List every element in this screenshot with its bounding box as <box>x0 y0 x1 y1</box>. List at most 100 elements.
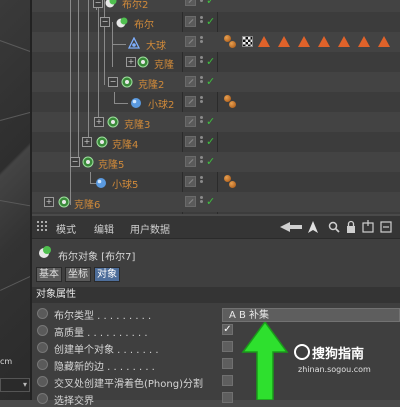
material-tag-icon[interactable] <box>229 41 236 48</box>
expand-toggle[interactable]: + <box>94 117 104 127</box>
layer-toggle[interactable] <box>185 36 196 47</box>
layer-toggle[interactable] <box>185 196 196 207</box>
material-tag-icon[interactable] <box>229 181 236 188</box>
expand-toggle[interactable]: − <box>93 0 103 8</box>
triangle-tag-icon[interactable] <box>258 36 270 47</box>
hide-new-edges-checkbox[interactable] <box>222 358 233 369</box>
enable-check-icon[interactable]: ✓ <box>206 55 215 68</box>
triangle-tag-icon[interactable] <box>358 36 370 47</box>
object-name[interactable]: 克隆5 <box>98 156 124 171</box>
cloner-icon <box>121 76 133 88</box>
enable-check-icon[interactable]: ✓ <box>206 155 215 168</box>
visibility-dots[interactable] <box>200 36 203 46</box>
expand-toggle[interactable]: − <box>100 17 110 27</box>
visibility-dots[interactable] <box>200 56 203 66</box>
layer-toggle[interactable] <box>185 96 196 107</box>
object-name[interactable]: 大球 <box>146 37 166 52</box>
back-arrow-icon[interactable] <box>280 222 302 232</box>
animate-radio[interactable] <box>37 376 48 387</box>
tab-object[interactable]: 对象 <box>94 267 120 282</box>
visibility-dots[interactable] <box>200 136 203 146</box>
object-title: 布尔对象 [布尔7] <box>58 252 136 263</box>
animate-radio[interactable] <box>37 325 48 336</box>
cloner-icon <box>96 136 108 148</box>
green-arrow-annotation <box>241 322 289 400</box>
new-window-icon[interactable] <box>362 220 374 233</box>
grip-icon[interactable] <box>37 221 49 233</box>
enable-check-icon[interactable]: ✓ <box>206 0 215 7</box>
expand-toggle[interactable]: + <box>82 137 92 147</box>
visibility-dots[interactable] <box>200 196 203 206</box>
tab-coordinates[interactable]: 坐标 <box>65 267 91 282</box>
object-name[interactable]: 克隆3 <box>124 116 150 131</box>
layer-toggle[interactable] <box>185 156 196 167</box>
tree-line <box>78 0 79 165</box>
visibility-dots[interactable] <box>200 16 203 26</box>
boolean-type-dropdown[interactable]: A B 补集 <box>222 308 400 322</box>
triangle-tag-icon[interactable] <box>298 36 310 47</box>
expand-toggle[interactable]: − <box>70 157 80 167</box>
visibility-dots[interactable] <box>200 176 203 186</box>
phong-break-checkbox[interactable] <box>222 375 233 386</box>
menu-user-data[interactable]: 用户数据 <box>130 221 170 236</box>
layer-toggle[interactable] <box>185 56 196 67</box>
animate-radio[interactable] <box>37 393 48 404</box>
visibility-dots[interactable] <box>200 156 203 166</box>
triangle-tag-icon[interactable] <box>318 36 330 47</box>
expand-toggle[interactable]: + <box>44 197 54 207</box>
visibility-dots[interactable] <box>200 96 203 106</box>
search-icon[interactable] <box>328 221 340 233</box>
boolean-icon <box>105 0 117 8</box>
layer-toggle[interactable] <box>185 76 196 87</box>
high-quality-checkbox[interactable]: ✓ <box>222 324 233 335</box>
triangle-tag-icon[interactable] <box>338 36 350 47</box>
visibility-dots[interactable] <box>200 116 203 126</box>
expand-toggle[interactable]: − <box>108 77 118 87</box>
object-name[interactable]: 克隆4 <box>112 136 138 151</box>
object-name[interactable]: 克隆6 <box>74 196 100 211</box>
menu-edit[interactable]: 编辑 <box>94 221 114 236</box>
viewport-3d[interactable] <box>0 0 40 400</box>
object-name[interactable]: 布尔 <box>134 16 154 31</box>
single-object-checkbox[interactable] <box>222 341 233 352</box>
menu-mode[interactable]: 模式 <box>56 221 76 236</box>
triangle-tag-icon[interactable] <box>378 36 390 47</box>
animate-radio[interactable] <box>37 308 48 319</box>
enable-check-icon[interactable]: ✓ <box>206 15 215 28</box>
viewport-dropdown[interactable]: ▾ <box>0 378 30 392</box>
boolean-icon <box>39 246 51 258</box>
object-name[interactable]: 小球5 <box>112 176 138 191</box>
cursor-arrow-icon[interactable] <box>308 221 318 233</box>
layer-toggle[interactable] <box>185 116 196 127</box>
animate-radio[interactable] <box>37 342 48 353</box>
object-name[interactable]: 克隆 <box>154 56 174 71</box>
object-row[interactable] <box>32 172 400 192</box>
object-name[interactable]: 布尔2 <box>122 0 148 11</box>
animate-radio[interactable] <box>37 359 48 370</box>
layer-toggle[interactable] <box>185 176 196 187</box>
layer-toggle[interactable] <box>185 16 196 27</box>
select-intersection-checkbox[interactable] <box>222 392 233 403</box>
viewport-unit-label: cm <box>0 357 13 366</box>
property-label: 创建单个对象 . . . . . . . <box>54 345 159 356</box>
enable-check-icon[interactable]: ✓ <box>206 75 215 88</box>
object-name[interactable]: 小球2 <box>148 96 174 111</box>
enable-check-icon[interactable]: ✓ <box>206 115 215 128</box>
object-name[interactable]: 克隆2 <box>138 76 164 91</box>
lock-icon[interactable] <box>346 220 356 233</box>
tab-basic[interactable]: 基本 <box>36 267 62 282</box>
texture-tag-icon[interactable] <box>242 36 253 47</box>
settings-icon[interactable] <box>380 221 392 233</box>
enable-check-icon[interactable]: ✓ <box>206 135 215 148</box>
expand-toggle[interactable]: + <box>126 57 136 67</box>
triangle-tag-icon[interactable] <box>278 36 290 47</box>
enable-check-icon[interactable]: ✓ <box>206 195 215 208</box>
material-tag-icon[interactable] <box>229 101 236 108</box>
visibility-dots[interactable] <box>200 76 203 86</box>
layer-toggle[interactable] <box>185 0 196 6</box>
tree-line <box>88 0 89 145</box>
layer-toggle[interactable] <box>185 136 196 147</box>
visibility-dots[interactable] <box>200 0 203 5</box>
cloner-icon <box>58 196 70 208</box>
attribute-menubar: 模式 编辑 用户数据 <box>32 216 400 239</box>
